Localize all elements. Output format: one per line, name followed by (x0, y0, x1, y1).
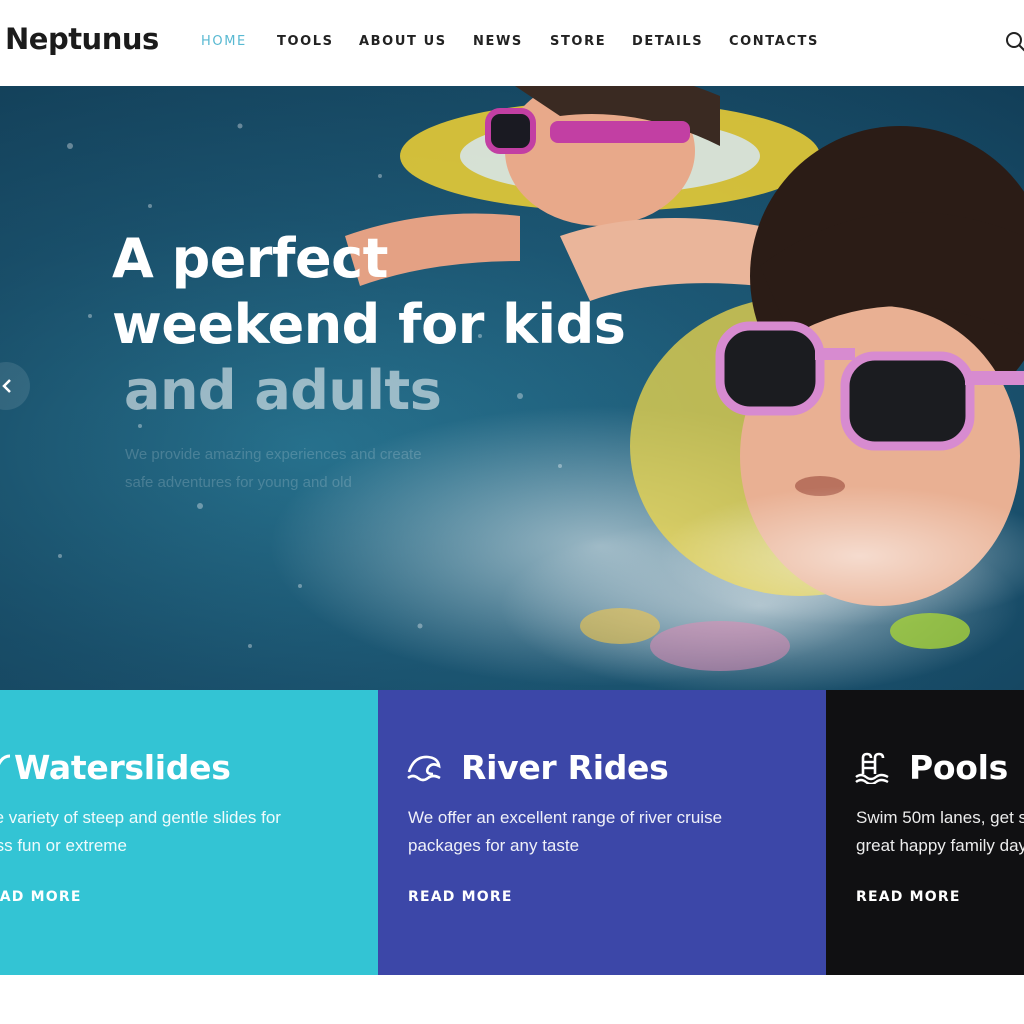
nav-home[interactable]: HOME (201, 34, 247, 49)
feature-description: A wide variety of steep and gentle slide… (0, 804, 314, 860)
feature-description-line: Swim 50m lanes, get some exercise, enjoy… (856, 808, 1024, 827)
nav-store[interactable]: STORE (550, 34, 606, 49)
read-more-link[interactable]: READ MORE (408, 889, 513, 905)
search-icon[interactable] (1004, 30, 1024, 54)
feature-description-line: packages for any taste (408, 836, 580, 855)
hero-subtitle-line: safe adventures for young and old (125, 474, 352, 491)
hero-title: A perfect weekend for kids and adults (112, 226, 672, 424)
feature-description-line: We offer an excellent range of river cru… (408, 808, 723, 827)
site-header: Neptunus HOME TOOLS ABOUT US NEWS STORE … (0, 0, 1024, 86)
nav-about-us[interactable]: ABOUT US (359, 34, 447, 49)
hero-title-line: A perfect (112, 227, 388, 290)
feature-description: We offer an excellent range of river cru… (408, 804, 768, 860)
nav-contacts[interactable]: CONTACTS (729, 34, 819, 49)
feature-title: River Rides (461, 748, 669, 787)
hero-title-line: and adults (124, 359, 442, 422)
feature-description-line: A wide variety of steep and gentle slide… (0, 808, 281, 827)
hero-subtitle: We provide amazing experiences and creat… (125, 441, 465, 497)
wave-icon (407, 755, 441, 782)
feature-title: Waterslides (14, 748, 231, 787)
nav-details[interactable]: DETAILS (632, 34, 703, 49)
slide-icon (0, 754, 11, 766)
read-more-link[interactable]: READ MORE (0, 889, 82, 905)
feature-river-rides: River Rides We offer an excellent range … (378, 690, 826, 975)
nav-news[interactable]: NEWS (473, 34, 523, 49)
hero-title-line: weekend for kids (112, 293, 626, 356)
site-logo[interactable]: Neptunus (5, 22, 159, 56)
feature-title: Pools (909, 748, 1008, 787)
feature-description: Swim 50m lanes, get some exercise, enjoy… (856, 804, 1024, 860)
feature-pools: Pools Swim 50m lanes, get some exercise,… (826, 690, 1024, 975)
feature-waterslides: Waterslides A wide variety of steep and … (0, 690, 378, 975)
feature-description-line: endless fun or extreme (0, 836, 127, 855)
pool-ladder-icon (855, 752, 889, 784)
hero-subtitle-line: We provide amazing experiences and creat… (125, 446, 422, 463)
feature-description-line: great happy family day (856, 836, 1024, 855)
nav-tools[interactable]: TOOLS (277, 34, 334, 49)
chevron-left-icon (2, 379, 11, 393)
read-more-link[interactable]: READ MORE (856, 889, 961, 905)
hero-slider: A perfect weekend for kids and adults We… (0, 86, 1024, 690)
